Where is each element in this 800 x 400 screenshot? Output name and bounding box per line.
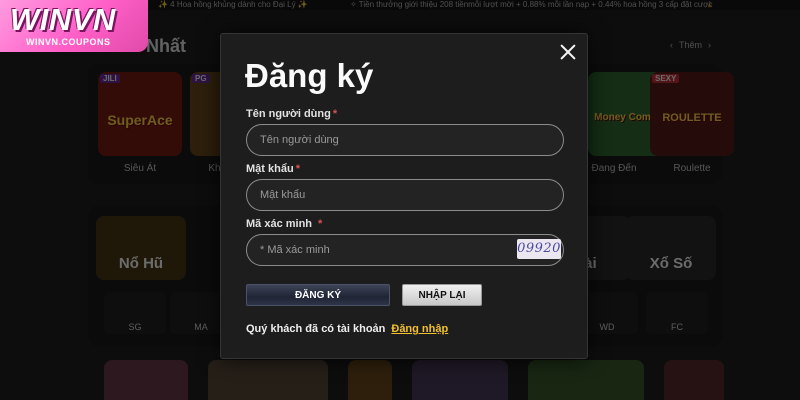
section-title: Nhất xyxy=(146,36,186,56)
logo-subtext: WINVN.COUPONS xyxy=(26,37,111,47)
provider-label: FC xyxy=(671,322,683,332)
provider-badge: SEXY xyxy=(652,74,680,83)
modal-title: Đăng ký xyxy=(245,57,374,94)
username-field-wrapper xyxy=(246,124,564,156)
password-input[interactable] xyxy=(247,180,563,210)
provider-badge: PG xyxy=(192,74,210,83)
register-button[interactable]: ĐĂNG KÝ xyxy=(246,284,390,306)
game-art-text: ROULETTE xyxy=(662,112,722,124)
password-label-text: Mật khẩu xyxy=(246,163,294,175)
captcha-label: Mã xác minh * xyxy=(246,218,322,230)
required-mark: * xyxy=(318,218,323,230)
reset-button[interactable]: NHẬP LẠI xyxy=(402,284,482,306)
provider-badge: JILI xyxy=(100,74,120,83)
more-label: Thêm xyxy=(679,40,703,50)
game-thumbnail[interactable] xyxy=(208,360,328,400)
captcha-image[interactable]: 09920 xyxy=(517,239,561,259)
provider-tile[interactable]: SG xyxy=(104,292,166,334)
game-label: Roulette xyxy=(673,163,711,174)
game-thumbnail[interactable] xyxy=(348,360,392,400)
category-tab[interactable]: Nổ Hũ xyxy=(96,216,186,280)
logo-text: WINVN xyxy=(10,2,116,37)
game-thumbnail[interactable] xyxy=(104,360,188,400)
game-thumbnail[interactable] xyxy=(664,360,724,400)
site-logo[interactable]: WINVN WINVN.COUPONS xyxy=(0,0,148,52)
password-label: Mật khẩu * xyxy=(246,163,300,175)
provider-tile[interactable]: FC xyxy=(646,292,708,334)
game-art-text: SuperAce xyxy=(107,112,173,128)
ticker-text-left: ✨ 4 Hoa hồng khủng dành cho Đại Lý ✨ xyxy=(158,0,308,9)
chevron-left-icon[interactable]: ‹ xyxy=(670,40,673,50)
game-thumbnail[interactable] xyxy=(528,360,644,400)
captcha-input[interactable] xyxy=(247,235,563,265)
username-label-text: Tên người dùng xyxy=(246,108,331,120)
ticker-text-right: ✧ Tiền thưởng giới thiệu 208 tiềnmỗi lượ… xyxy=(350,0,713,9)
category-label: Nổ Hũ xyxy=(118,255,164,272)
captcha-label-text: Mã xác minh xyxy=(246,218,313,230)
close-icon[interactable] xyxy=(556,40,580,64)
login-prompt-text: Quý khách đã có tài khoản xyxy=(246,323,386,335)
required-mark: * xyxy=(295,163,300,175)
login-prompt-row: Quý khách đã có tài khoản Đăng nhập xyxy=(246,323,448,335)
password-field-wrapper xyxy=(246,179,564,211)
more-link[interactable]: ‹ Thêm › xyxy=(664,40,717,50)
download-icon[interactable]: ⤓ xyxy=(708,0,712,10)
provider-label: SG xyxy=(128,322,142,332)
game-thumbnail[interactable] xyxy=(412,360,508,400)
login-link[interactable]: Đăng nhập xyxy=(391,323,448,335)
game-card[interactable]: JILI SuperAce xyxy=(98,72,182,156)
required-mark: * xyxy=(332,108,338,120)
chevron-right-icon[interactable]: › xyxy=(708,40,711,50)
game-card[interactable]: SEXY ROULETTE xyxy=(650,72,734,156)
username-label: Tên người dùng * xyxy=(246,108,337,120)
category-tab[interactable]: Xổ Số xyxy=(626,216,716,280)
username-input[interactable] xyxy=(247,125,563,155)
game-label: Siêu Át xyxy=(123,163,157,174)
category-label: Xổ Số xyxy=(649,255,693,272)
